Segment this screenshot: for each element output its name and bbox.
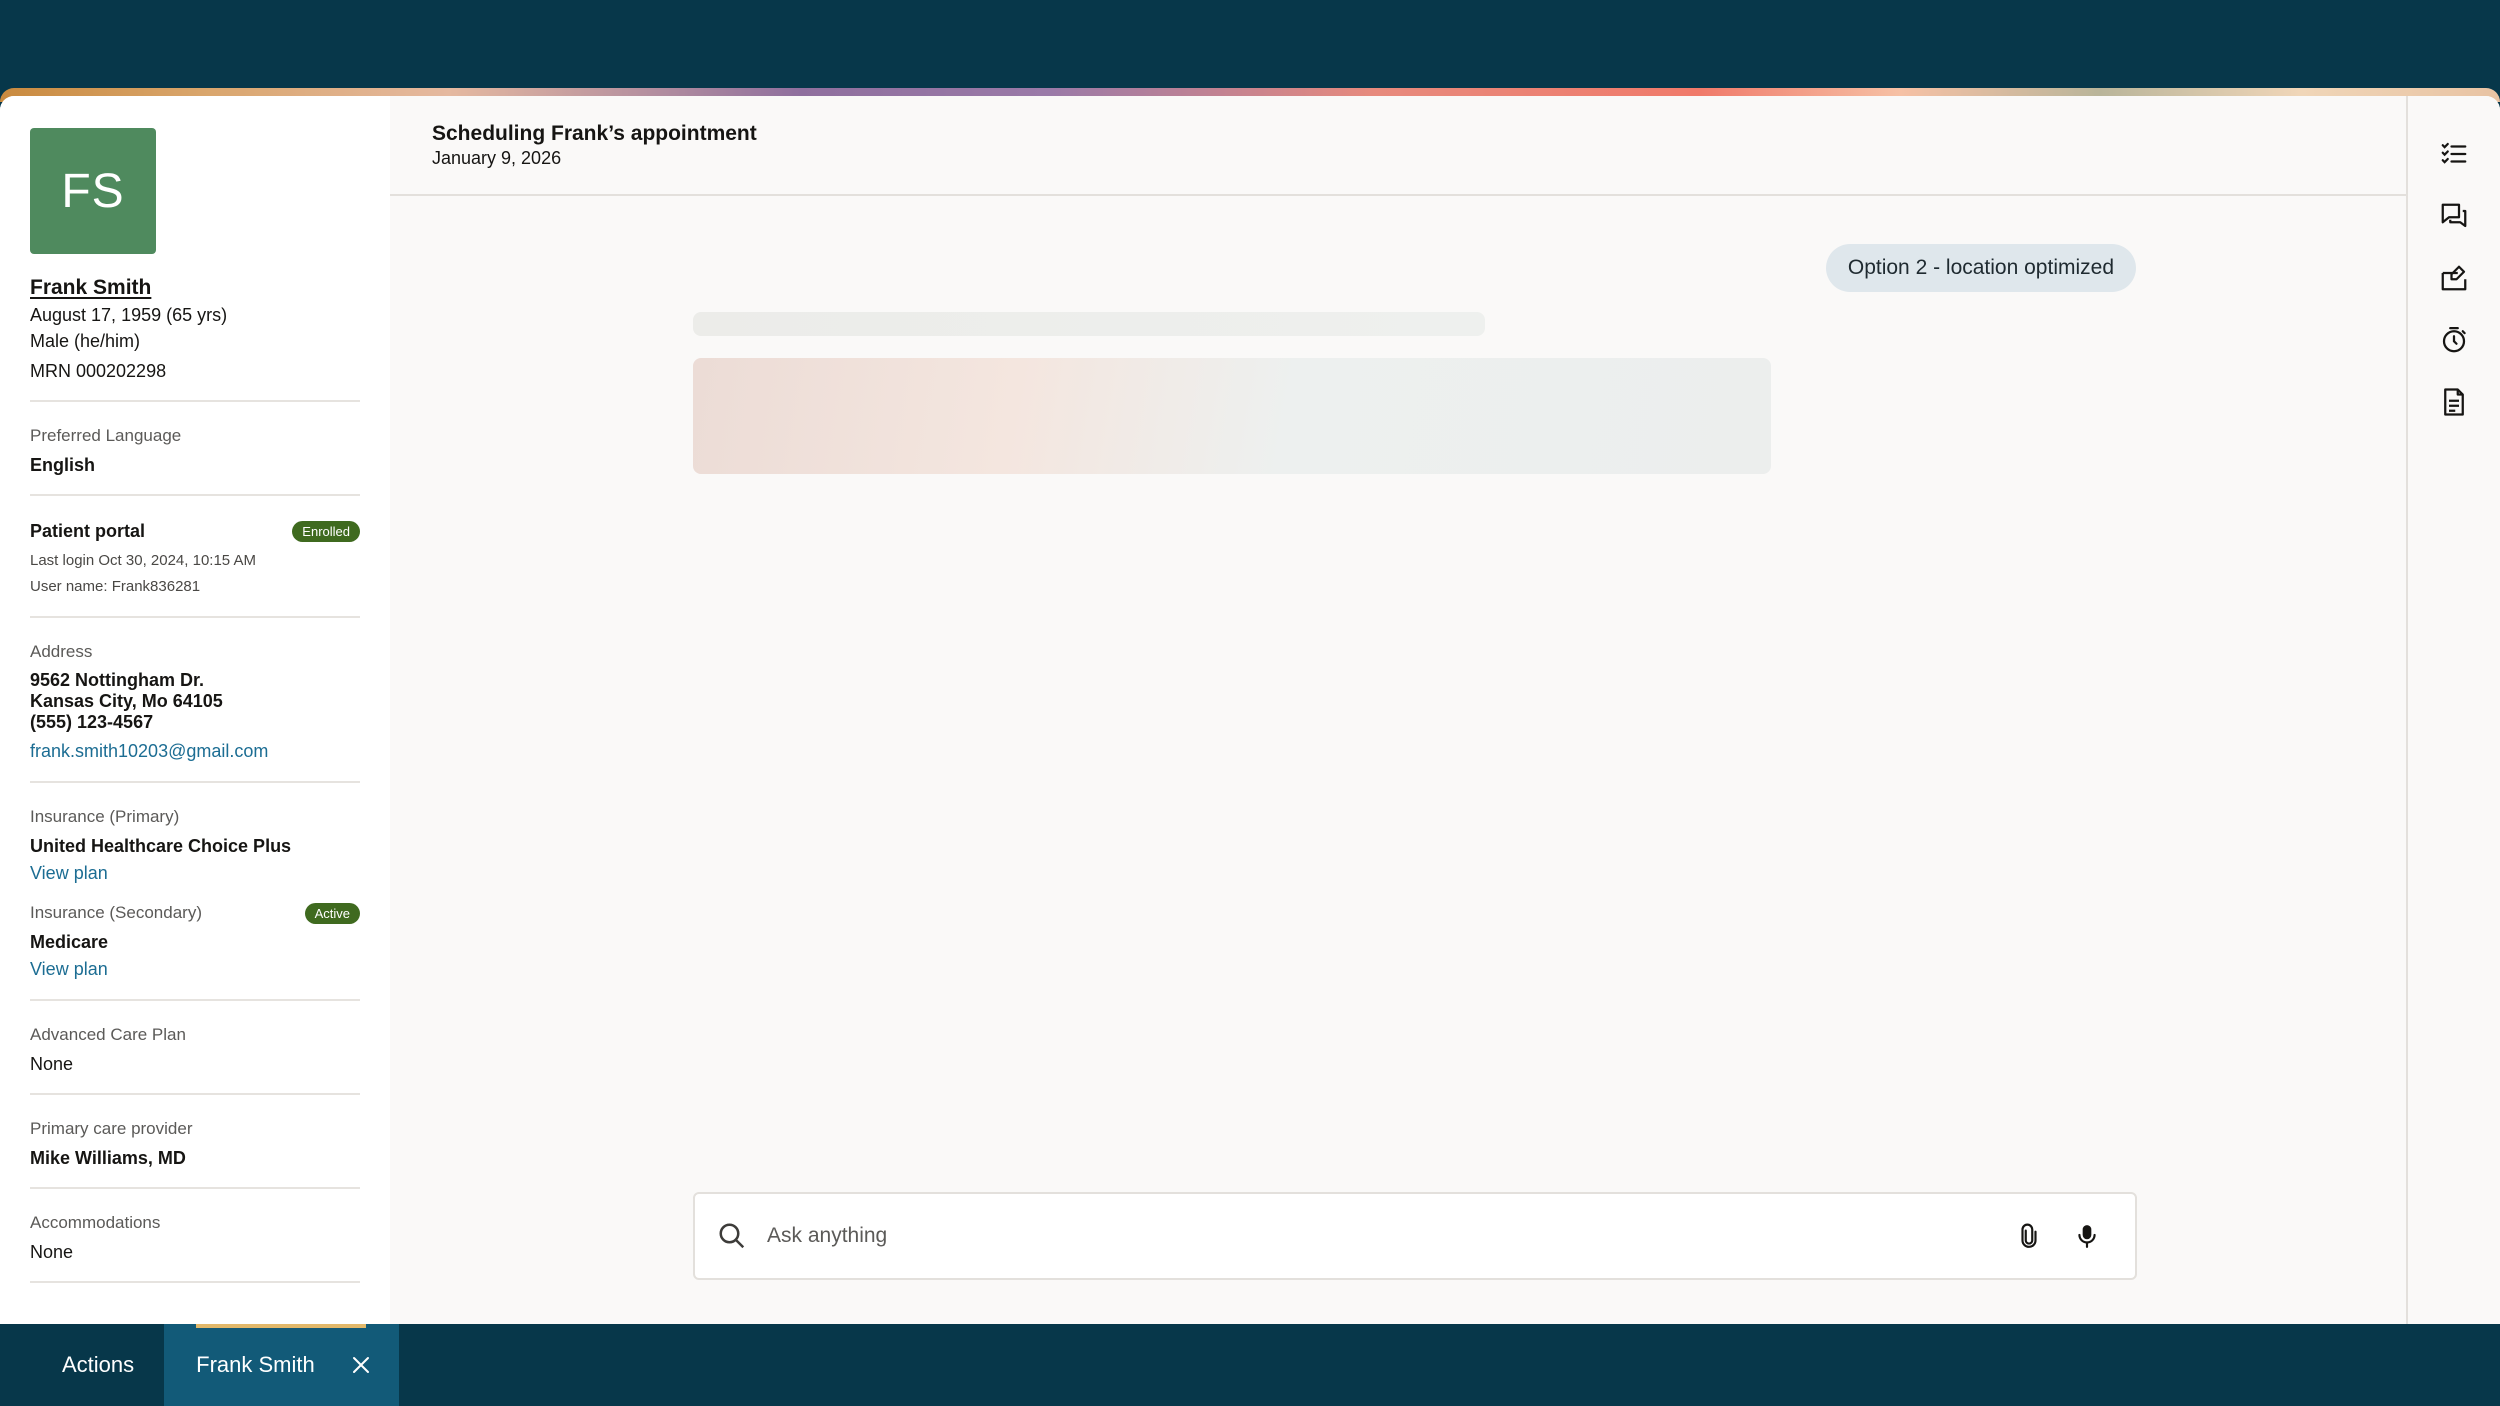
loading-skeleton-line xyxy=(693,312,1485,336)
checklist-icon[interactable] xyxy=(2432,132,2476,176)
view-plan-secondary-link[interactable]: View plan xyxy=(30,955,360,983)
microphone-icon[interactable] xyxy=(2067,1216,2107,1256)
chat-icon[interactable] xyxy=(2432,194,2476,238)
address-line2: Kansas City, Mo 64105 xyxy=(30,691,223,711)
attach-icon[interactable] xyxy=(2009,1216,2049,1256)
advanced-care-plan-value: None xyxy=(30,1054,74,1074)
phone-number: (555) 123-4567 xyxy=(30,712,154,732)
portal-username: User name: Frank836281 xyxy=(30,578,201,595)
divider xyxy=(30,1093,360,1095)
accommodations-label: Accommodations xyxy=(30,1213,161,1232)
email-link[interactable]: frank.smith10203@gmail.com xyxy=(30,737,360,765)
address-label: Address xyxy=(30,642,93,661)
actions-button[interactable]: Actions xyxy=(0,1324,164,1406)
divider xyxy=(30,999,360,1001)
right-toolbar xyxy=(2406,96,2500,1324)
address-line1: 9562 Nottingham Dr. xyxy=(30,670,205,690)
tab-frank-smith[interactable]: Frank Smith xyxy=(164,1324,400,1406)
page-date: January 9, 2026 xyxy=(432,148,562,168)
main-content: Scheduling Frank’s appointment January 9… xyxy=(390,96,2406,1324)
divider xyxy=(30,1187,360,1189)
page-header: Scheduling Frank’s appointment January 9… xyxy=(390,96,2406,196)
divider xyxy=(30,1281,360,1283)
insurance-primary-plan: United Healthcare Choice Plus xyxy=(30,836,292,856)
user-message-bubble: Option 2 - location optimized xyxy=(1825,244,2136,292)
app-window: FS Frank Smith August 17, 1959 (65 yrs) … xyxy=(0,96,2500,1324)
preferred-language-value: English xyxy=(30,455,96,475)
divider xyxy=(30,616,360,618)
accommodations-value: None xyxy=(30,1242,74,1262)
taskbar: Actions Frank Smith xyxy=(0,1324,2500,1406)
patient-portal-label: Patient portal xyxy=(30,521,146,541)
divider xyxy=(30,781,360,783)
patient-mrn: MRN 000202298 xyxy=(30,361,167,381)
document-icon[interactable] xyxy=(2432,380,2476,424)
tab-label: Frank Smith xyxy=(196,1352,315,1377)
preferred-language-label: Preferred Language xyxy=(30,426,182,445)
divider xyxy=(30,400,360,402)
status-badge-enrolled: Enrolled xyxy=(292,520,360,542)
avatar: FS xyxy=(30,128,156,254)
primary-care-provider-label: Primary care provider xyxy=(30,1119,193,1138)
patient-gender: Male (he/him) xyxy=(30,331,141,351)
insurance-secondary-plan: Medicare xyxy=(30,932,109,952)
insurance-primary-label: Insurance (Primary) xyxy=(30,807,180,826)
close-icon[interactable] xyxy=(349,1353,373,1377)
ask-input-bar xyxy=(693,1192,2137,1280)
patient-dob: August 17, 1959 (65 yrs) xyxy=(30,305,228,325)
edit-calendar-icon[interactable] xyxy=(2432,256,2476,300)
divider xyxy=(30,494,360,496)
portal-last-login: Last login Oct 30, 2024, 10:15 AM xyxy=(30,552,256,569)
search-icon xyxy=(715,1219,749,1253)
patient-sidebar: FS Frank Smith August 17, 1959 (65 yrs) … xyxy=(0,96,390,1324)
ask-input[interactable] xyxy=(767,1224,1991,1248)
primary-care-provider-value: Mike Williams, MD xyxy=(30,1148,186,1168)
tab-accent-indicator xyxy=(196,1324,367,1328)
page-title: Scheduling Frank’s appointment xyxy=(432,122,757,145)
loading-skeleton-block xyxy=(693,358,1771,474)
view-plan-primary-link[interactable]: View plan xyxy=(30,859,360,887)
timer-icon[interactable] xyxy=(2432,318,2476,362)
status-badge-active: Active xyxy=(304,902,360,924)
advanced-care-plan-label: Advanced Care Plan xyxy=(30,1025,186,1044)
patient-name[interactable]: Frank Smith xyxy=(30,276,360,300)
insurance-secondary-label: Insurance (Secondary) xyxy=(30,903,202,922)
